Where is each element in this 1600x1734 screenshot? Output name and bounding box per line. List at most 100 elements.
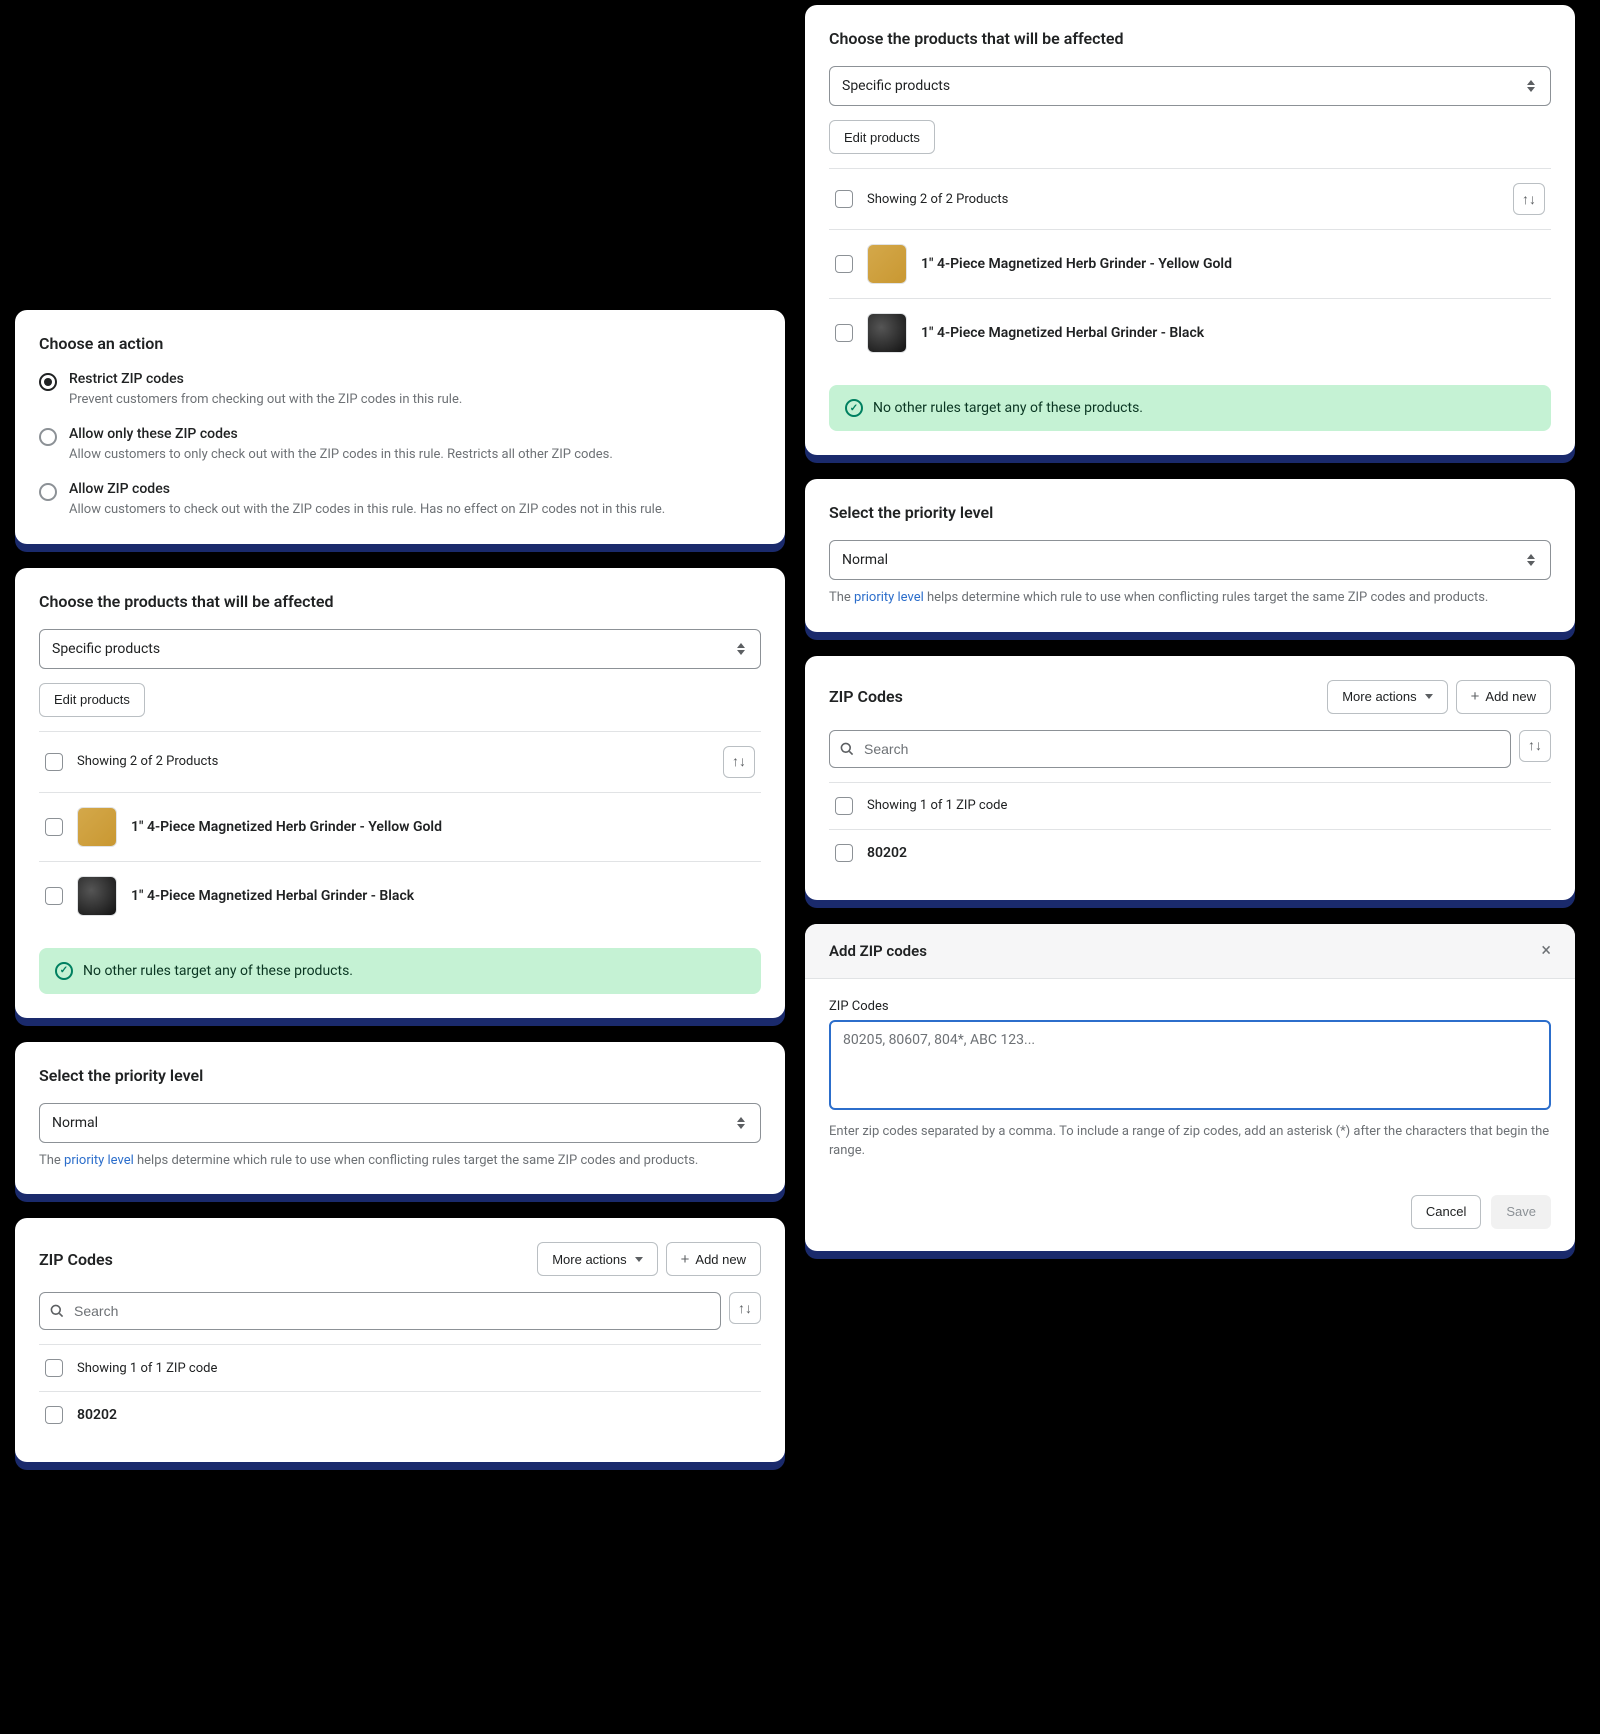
priority-title: Select the priority level [829, 503, 1551, 522]
select-value: Normal [842, 552, 888, 568]
sort-icon: ↑↓ [1528, 737, 1542, 754]
edit-products-button[interactable]: Edit products [829, 120, 935, 154]
zip-search-input[interactable] [39, 1292, 721, 1330]
action-option-allow-only[interactable]: Allow only these ZIP codes Allow custome… [39, 426, 761, 465]
check-circle-icon: ✓ [845, 399, 863, 417]
zip-row: 80202 [39, 1392, 761, 1438]
plus-icon: + [1471, 689, 1480, 704]
zip-codes-card: ZIP Codes More actions + Add new [15, 1218, 785, 1462]
button-label: More actions [552, 1252, 626, 1267]
product-row: 1" 4-Piece Magnetized Herb Grinder - Yel… [829, 230, 1551, 299]
zip-codes-card: ZIP Codes More actions + Add new [805, 656, 1575, 900]
zip-codes-textarea[interactable] [829, 1020, 1551, 1110]
select-all-checkbox[interactable] [45, 753, 63, 771]
product-thumb-icon [77, 807, 117, 847]
priority-select[interactable]: Normal [39, 1103, 761, 1143]
add-zip-modal: Add ZIP codes × ZIP Codes Enter zip code… [805, 924, 1575, 1251]
radio-icon [39, 428, 57, 446]
save-button[interactable]: Save [1491, 1195, 1551, 1229]
product-thumb-icon [77, 876, 117, 916]
action-option-allow[interactable]: Allow ZIP codes Allow customers to check… [39, 481, 761, 520]
zip-list: Showing 1 of 1 ZIP code 80202 [829, 782, 1551, 876]
edit-products-button[interactable]: Edit products [39, 683, 145, 717]
radio-icon [39, 483, 57, 501]
products-scope-select[interactable]: Specific products [829, 66, 1551, 106]
select-all-checkbox[interactable] [45, 1359, 63, 1377]
banner-text: No other rules target any of these produ… [83, 963, 353, 979]
select-all-checkbox[interactable] [835, 190, 853, 208]
zip-count: Showing 1 of 1 ZIP code [77, 1361, 755, 1376]
product-checkbox[interactable] [45, 887, 63, 905]
sort-button[interactable]: ↑↓ [1519, 730, 1551, 762]
sort-icon: ↑↓ [738, 1300, 752, 1317]
success-banner: ✓ No other rules target any of these pro… [829, 385, 1551, 431]
sort-button[interactable]: ↑↓ [723, 746, 755, 778]
products-scope-select[interactable]: Specific products [39, 629, 761, 669]
more-actions-button[interactable]: More actions [1327, 680, 1447, 714]
more-actions-button[interactable]: More actions [537, 1242, 657, 1276]
cancel-button[interactable]: Cancel [1411, 1195, 1481, 1229]
priority-help-text: The priority level helps determine which… [39, 1151, 761, 1171]
action-option-desc: Allow customers to only check out with t… [69, 446, 613, 465]
zip-value: 80202 [867, 845, 907, 861]
select-value: Normal [52, 1115, 98, 1131]
sort-icon: ↑↓ [732, 753, 746, 770]
search-icon [839, 741, 855, 757]
product-thumb-icon [867, 313, 907, 353]
product-checkbox[interactable] [835, 324, 853, 342]
products-title: Choose the products that will be affecte… [829, 29, 1551, 48]
select-all-checkbox[interactable] [835, 797, 853, 815]
zip-row: 80202 [829, 830, 1551, 876]
button-label: Edit products [54, 692, 130, 707]
product-checkbox[interactable] [835, 255, 853, 273]
product-thumb-icon [867, 244, 907, 284]
updown-icon [734, 1114, 748, 1132]
chevron-down-icon [635, 1257, 643, 1262]
zip-search-input[interactable] [829, 730, 1511, 768]
action-option-restrict[interactable]: Restrict ZIP codes Prevent customers fro… [39, 371, 761, 410]
zip-list: Showing 1 of 1 ZIP code 80202 [39, 1344, 761, 1438]
zip-value: 80202 [77, 1407, 117, 1423]
products-card: Choose the products that will be affecte… [15, 568, 785, 1018]
product-row: 1" 4-Piece Magnetized Herbal Grinder - B… [829, 299, 1551, 367]
product-name: 1" 4-Piece Magnetized Herbal Grinder - B… [131, 888, 414, 904]
search-icon [49, 1303, 65, 1319]
banner-text: No other rules target any of these produ… [873, 400, 1143, 416]
choose-action-title: Choose an action [39, 334, 761, 353]
zip-checkbox[interactable] [45, 1406, 63, 1424]
sort-button[interactable]: ↑↓ [729, 1292, 761, 1324]
zip-list-header: Showing 1 of 1 ZIP code [39, 1345, 761, 1392]
zip-helper-text: Enter zip codes separated by a comma. To… [829, 1122, 1551, 1161]
success-banner: ✓ No other rules target any of these pro… [39, 948, 761, 994]
add-new-button[interactable]: + Add new [666, 1242, 761, 1276]
sort-icon: ↑↓ [1522, 191, 1536, 208]
chevron-down-icon [1425, 694, 1433, 699]
radio-icon [39, 373, 57, 391]
updown-icon [1524, 551, 1538, 569]
zip-count: Showing 1 of 1 ZIP code [867, 798, 1545, 813]
add-new-button[interactable]: + Add new [1456, 680, 1551, 714]
priority-select[interactable]: Normal [829, 540, 1551, 580]
product-row: 1" 4-Piece Magnetized Herbal Grinder - B… [39, 862, 761, 930]
priority-card: Select the priority level Normal The pri… [805, 479, 1575, 632]
choose-action-card: Choose an action Restrict ZIP codes Prev… [15, 310, 785, 544]
close-icon[interactable]: × [1541, 942, 1551, 960]
button-label: Add new [1485, 689, 1536, 704]
select-value: Specific products [52, 641, 160, 657]
updown-icon [734, 640, 748, 658]
priority-level-link[interactable]: priority level [64, 1153, 134, 1168]
zip-checkbox[interactable] [835, 844, 853, 862]
sort-button[interactable]: ↑↓ [1513, 183, 1545, 215]
products-list-header: Showing 2 of 2 Products ↑↓ [39, 732, 761, 793]
action-option-label: Restrict ZIP codes [69, 371, 462, 387]
check-circle-icon: ✓ [55, 962, 73, 980]
priority-level-link[interactable]: priority level [854, 590, 924, 605]
products-list: Showing 2 of 2 Products ↑↓ 1" 4-Piece Ma… [829, 168, 1551, 367]
action-option-desc: Allow customers to check out with the ZI… [69, 501, 665, 520]
priority-card: Select the priority level Normal The pri… [15, 1042, 785, 1195]
products-title: Choose the products that will be affecte… [39, 592, 761, 611]
action-option-label: Allow only these ZIP codes [69, 426, 613, 442]
products-card: Choose the products that will be affecte… [805, 5, 1575, 455]
priority-title: Select the priority level [39, 1066, 761, 1085]
product-checkbox[interactable] [45, 818, 63, 836]
